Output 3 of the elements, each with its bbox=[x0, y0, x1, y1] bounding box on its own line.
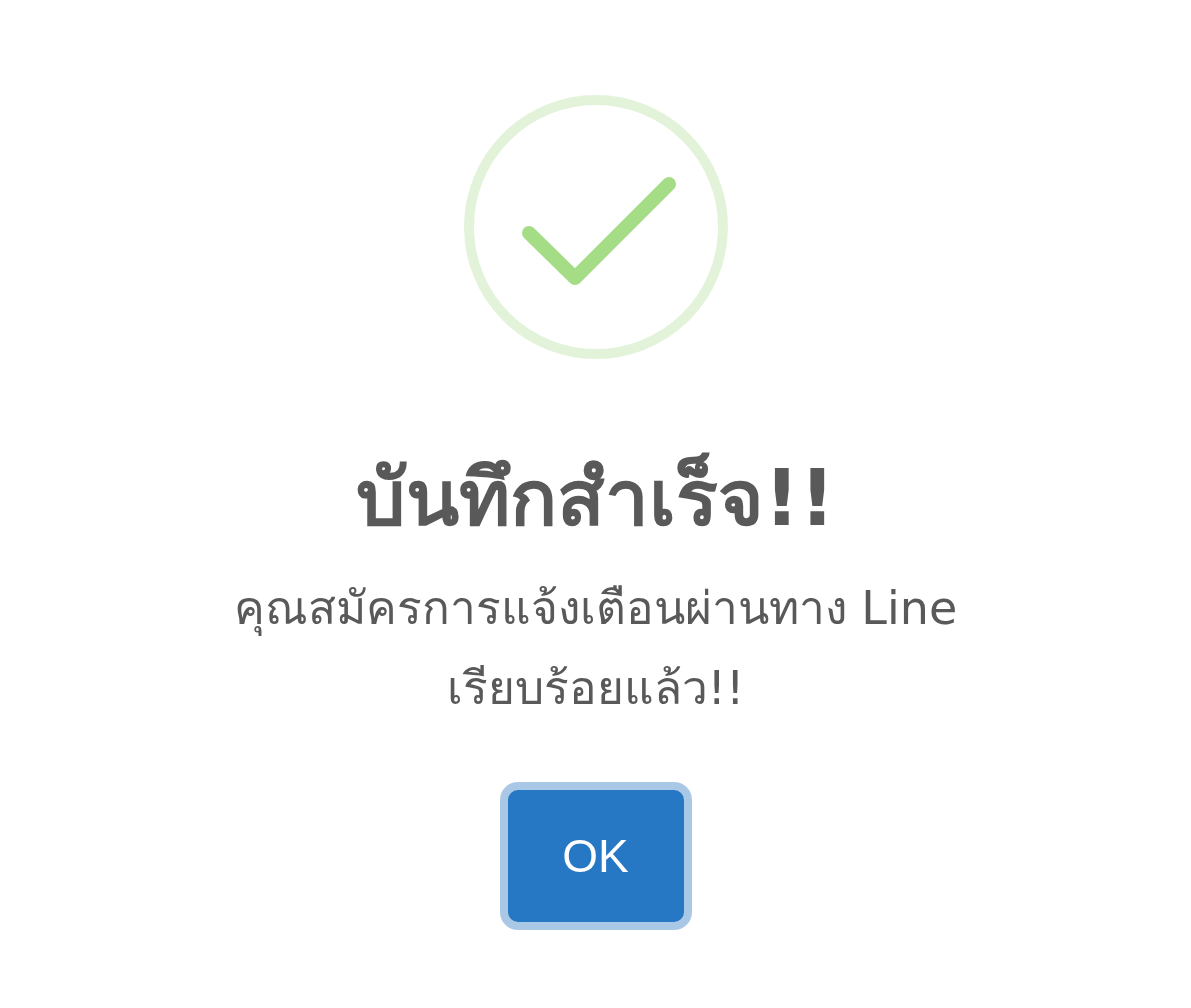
dialog-message: คุณสมัครการแจ้งเตือนผ่านทาง Line เรียบร้อยแล้ว!! bbox=[232, 580, 959, 717]
dialog-title: บันทึกสำเร็จ!! bbox=[355, 451, 836, 545]
success-check-icon bbox=[462, 94, 729, 360]
